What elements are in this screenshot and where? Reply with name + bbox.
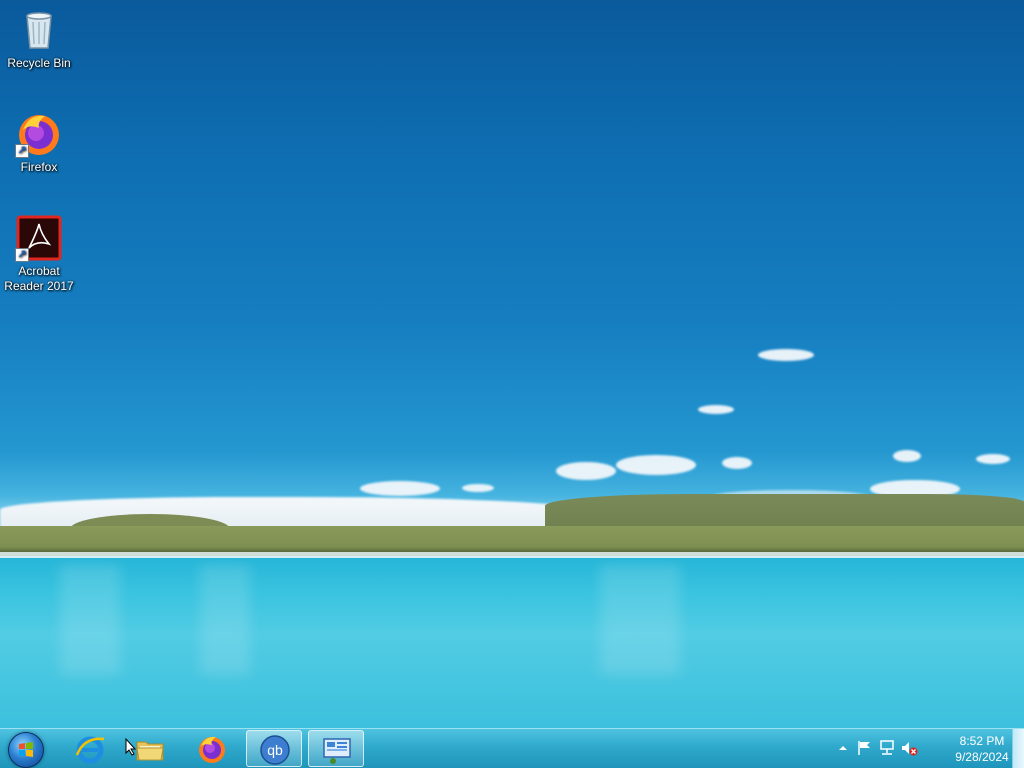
cloud — [893, 450, 921, 462]
cloud — [616, 455, 696, 475]
system-tray: 8:52 PM 9/28/2024 — [834, 729, 1024, 768]
reflection — [60, 565, 120, 675]
shortcut-arrow-icon: ↗ — [15, 248, 29, 262]
cloud — [360, 481, 440, 496]
show-hidden-icons-arrow[interactable] — [834, 739, 852, 757]
taskbar-control-panel[interactable] — [308, 730, 364, 767]
network-icon[interactable] — [878, 739, 896, 757]
taskbar-internet-explorer[interactable] — [62, 730, 118, 767]
taskbar-file-explorer[interactable] — [122, 730, 178, 767]
volume-muted-icon[interactable] — [900, 739, 918, 757]
desktop-icon-label: Recycle Bin — [7, 56, 71, 70]
cloud — [722, 457, 752, 469]
internet-explorer-icon — [74, 733, 106, 765]
cloud — [758, 349, 814, 361]
taskbar-firefox[interactable] — [184, 730, 240, 767]
start-button[interactable] — [4, 731, 48, 768]
desktop-icon-firefox[interactable]: ↗ Firefox — [1, 110, 77, 175]
svg-text:qb: qb — [267, 742, 283, 758]
desktop-icon-label: Acrobat Reader 2017 — [4, 264, 74, 293]
mouse-cursor-icon — [125, 738, 137, 756]
reflection — [200, 565, 250, 675]
reflection — [600, 565, 680, 675]
clock[interactable]: 8:52 PM 9/28/2024 — [950, 733, 1014, 765]
cloud — [698, 405, 734, 414]
control-panel-icon — [321, 734, 353, 766]
lake — [0, 558, 1024, 728]
show-desktop-button[interactable] — [1012, 729, 1024, 768]
acrobat-reader-icon: ↗ — [15, 214, 63, 262]
action-center-flag-icon[interactable] — [856, 739, 874, 757]
qbittorrent-icon: qb — [259, 734, 291, 766]
cloud — [462, 484, 494, 492]
folder-icon — [134, 733, 166, 765]
desktop-icon-recycle-bin[interactable]: Recycle Bin — [1, 6, 77, 71]
firefox-icon — [196, 733, 228, 765]
firefox-icon: ↗ — [15, 110, 63, 158]
desktop-icon-label: Firefox — [20, 160, 58, 174]
shortcut-arrow-icon: ↗ — [15, 144, 29, 158]
windows-start-orb-icon — [8, 732, 44, 768]
taskbar-qbittorrent[interactable]: qb — [246, 730, 302, 767]
taskbar: qb 8:52 PM 9/28/2024 — [0, 728, 1024, 768]
cloud — [556, 462, 616, 480]
desktop-background[interactable] — [0, 0, 1024, 728]
clock-date: 9/28/2024 — [955, 750, 1009, 764]
cloud — [976, 454, 1010, 464]
desktop-icon-acrobat-reader[interactable]: ↗ Acrobat Reader 2017 — [1, 214, 77, 294]
clock-time: 8:52 PM — [959, 734, 1005, 748]
recycle-bin-icon — [15, 6, 63, 54]
